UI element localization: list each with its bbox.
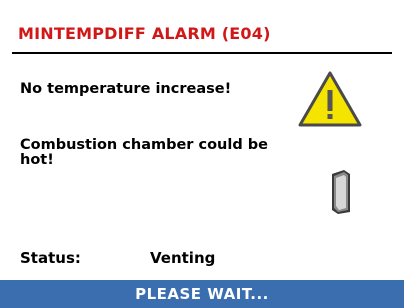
- status-value: Venting: [150, 249, 216, 267]
- message-no-temperature-increase: No temperature increase!: [20, 81, 232, 97]
- alarm-title: MINTEMPDIFF ALARM (E04): [18, 24, 271, 43]
- title-bar: MINTEMPDIFF ALARM (E04): [0, 0, 404, 58]
- status-label: Status:: [20, 249, 81, 267]
- warning-triangle-icon: [298, 71, 362, 127]
- please-wait-bar: PLEASE WAIT...: [0, 280, 404, 308]
- chamber-door-icon: [332, 170, 350, 214]
- alarm-screen: MINTEMPDIFF ALARM (E04) No temperature i…: [0, 0, 404, 308]
- title-divider: [12, 52, 392, 54]
- message-combustion-chamber-hot: Combustion chamber could be hot!: [20, 137, 268, 168]
